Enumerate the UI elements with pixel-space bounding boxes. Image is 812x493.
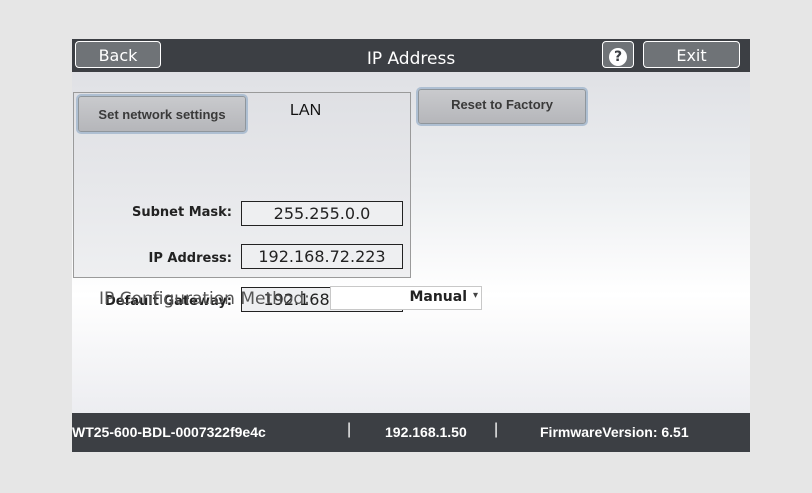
lan-section-label: LAN	[290, 102, 322, 119]
ip-config-method-select[interactable]: Manual ▾	[330, 286, 482, 310]
device-screen: Back IP Address ? Exit Subnet Mask: 255.…	[72, 39, 750, 452]
status-bar: WT25-600-BDL-0007322f9e4c | 192.168.1.50…	[72, 413, 750, 452]
status-separator: |	[494, 421, 499, 438]
status-ip-address: 192.168.1.50	[385, 424, 467, 440]
help-button[interactable]: ?	[602, 41, 634, 68]
device-id: WT25-600-BDL-0007322f9e4c	[72, 424, 266, 440]
ip-address-label: IP Address:	[148, 251, 232, 266]
ip-config-method-value: Manual	[409, 289, 467, 305]
subnet-mask-field[interactable]: 255.255.0.0	[241, 201, 403, 226]
reset-to-factory-button[interactable]: Reset to Factory	[418, 89, 586, 124]
firmware-version: FirmwareVersion: 6.51	[540, 424, 689, 440]
status-separator: |	[347, 421, 352, 438]
help-icon: ?	[609, 48, 627, 66]
ip-config-method-label: IP Configuration Method:	[99, 289, 310, 309]
ip-address-field[interactable]: 192.168.72.223	[241, 244, 403, 269]
chevron-down-icon: ▾	[472, 290, 478, 301]
exit-button[interactable]: Exit	[643, 41, 740, 68]
set-network-settings-button[interactable]: Set network settings	[78, 96, 246, 132]
subnet-mask-label: Subnet Mask:	[131, 205, 232, 220]
title-bar: Back IP Address ? Exit	[72, 39, 750, 72]
